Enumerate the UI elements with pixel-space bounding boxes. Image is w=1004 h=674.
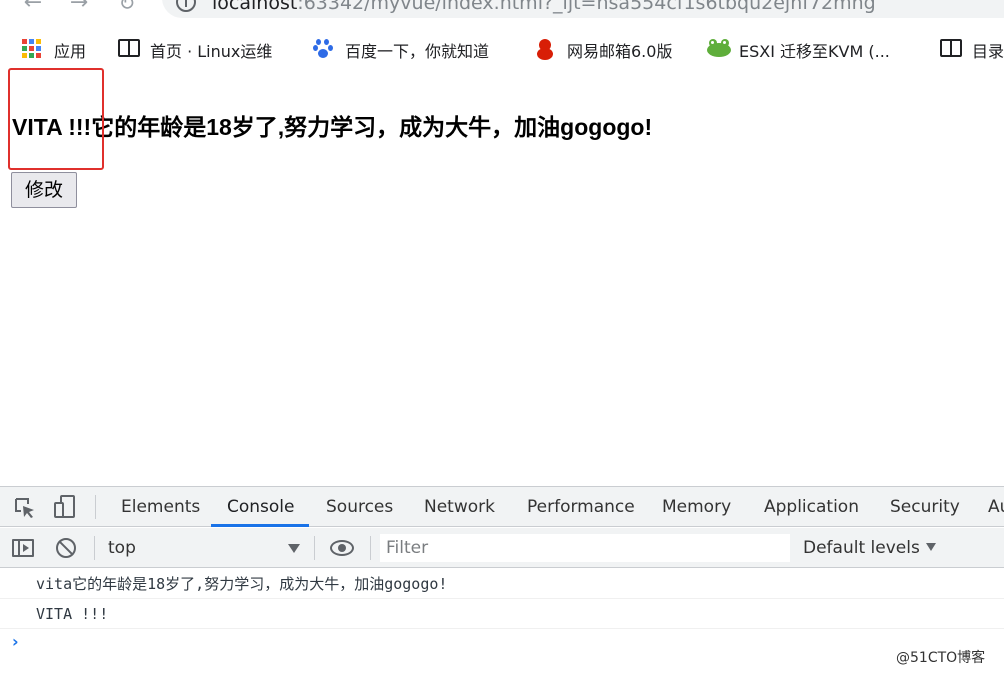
live-expression-eye-icon[interactable] <box>330 540 354 556</box>
console-output: vita它的年龄是18岁了,努力学习，成为大牛，加油gogogo! VITA !… <box>0 569 1004 674</box>
device-toolbar-icon[interactable] <box>54 495 76 519</box>
bookmarks-bar: 应用 首页 · Linux运维 百度一下，你就知道 网易邮箱6.0版 ESXI … <box>0 28 1004 72</box>
filter-input[interactable] <box>380 534 790 562</box>
apps-grid-icon <box>22 39 44 61</box>
highlight-box <box>8 68 104 170</box>
url-host: localhost <box>212 0 298 14</box>
bookmark-label: 应用 <box>54 42 87 61</box>
reload-icon[interactable]: ↻ <box>114 0 140 16</box>
page-headline: VITA !!!它的年龄是18岁了,努力学习，成为大牛，加油gogogo! <box>12 114 653 140</box>
toolbar-separator <box>94 536 95 560</box>
tab-sources[interactable]: Sources <box>326 487 393 527</box>
book-icon <box>118 39 140 61</box>
bookmark-apps[interactable]: 应用 <box>22 38 86 62</box>
watermark: @51CTO博客 <box>896 650 986 666</box>
clear-console-icon[interactable] <box>56 538 76 558</box>
forward-arrow-icon[interactable]: → <box>66 0 92 16</box>
console-prompt-icon[interactable]: › <box>12 629 19 655</box>
tab-application[interactable]: Application <box>764 487 859 527</box>
bookmark-linux[interactable]: 首页 · Linux运维 <box>118 38 272 62</box>
tab-security[interactable]: Security <box>890 487 960 527</box>
toolbar-separator <box>314 536 315 560</box>
bookmark-label: 目录 <box>972 42 1004 61</box>
bookmark-label: 首页 · Linux运维 <box>150 42 273 61</box>
bookmark-label: 网易邮箱6.0版 <box>567 42 673 61</box>
browser-toolbar: ← → ↻ localhost:63342/myvue/index.html?_… <box>0 0 1004 28</box>
back-arrow-icon[interactable]: ← <box>20 0 46 16</box>
tab-audits[interactable]: Au <box>988 487 1004 527</box>
show-sidebar-icon[interactable] <box>12 539 34 557</box>
bookmark-label: ESXI 迁移至KVM (... <box>739 42 890 61</box>
tab-console[interactable]: Console <box>227 487 295 527</box>
baidu-paw-icon <box>313 39 335 61</box>
devtools-tabbar: Elements Console Sources Network Perform… <box>0 487 1004 527</box>
tab-network[interactable]: Network <box>424 487 495 527</box>
screen: ← → ↻ localhost:63342/myvue/index.html?_… <box>0 0 1004 674</box>
tab-performance[interactable]: Performance <box>527 487 635 527</box>
url-text[interactable]: localhost:63342/myvue/index.html?_ijt=ns… <box>212 0 876 15</box>
console-log-line: vita它的年龄是18岁了,努力学习，成为大牛，加油gogogo! <box>0 569 1004 599</box>
bookmark-163-mail[interactable]: 网易邮箱6.0版 <box>535 38 672 62</box>
modify-button[interactable]: 修改 <box>11 172 77 208</box>
tab-elements[interactable]: Elements <box>121 487 200 527</box>
book-icon <box>940 39 962 61</box>
tab-memory[interactable]: Memory <box>662 487 731 527</box>
context-selector[interactable]: top <box>108 528 136 568</box>
toolbar-separator <box>370 536 371 560</box>
netease-mail-icon <box>535 39 557 61</box>
bookmark-baidu[interactable]: 百度一下，你就知道 <box>313 38 489 62</box>
console-log-line: VITA !!! <box>0 599 1004 629</box>
tab-separator <box>95 495 96 519</box>
console-toolbar: top Default levels <box>0 528 1004 568</box>
log-levels-dropdown[interactable]: Default levels <box>803 528 936 568</box>
dropdown-arrow-icon[interactable] <box>288 544 300 553</box>
bookmark-label: 百度一下，你就知道 <box>345 42 490 61</box>
frog-icon <box>707 39 731 61</box>
active-tab-indicator <box>211 524 309 527</box>
log-levels-label: Default levels <box>803 538 920 558</box>
page-content: VITA !!!它的年龄是18岁了,努力学习，成为大牛，加油gogogo! 修改 <box>0 68 1004 486</box>
inspect-element-icon[interactable] <box>14 497 36 519</box>
bookmark-directory[interactable]: 目录 <box>940 38 1004 62</box>
devtools-panel: Elements Console Sources Network Perform… <box>0 486 1004 674</box>
bookmark-esxi-kvm[interactable]: ESXI 迁移至KVM (... <box>707 38 890 62</box>
url-path: :63342/myvue/index.html?_ijt=nsa554cf1s6… <box>297 0 876 14</box>
dropdown-arrow-icon <box>925 543 936 551</box>
